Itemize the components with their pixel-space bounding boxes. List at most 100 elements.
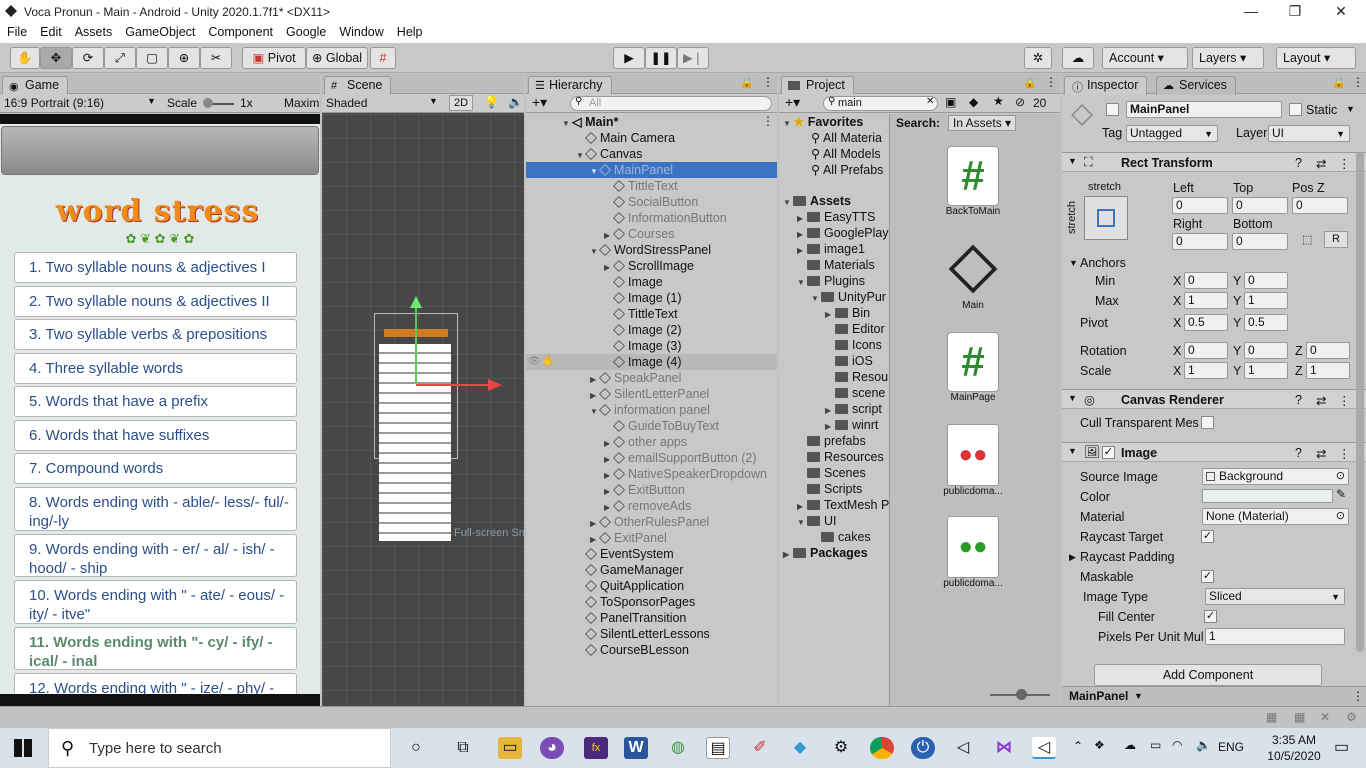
asset-main[interactable]: Main xyxy=(938,244,1008,311)
mode-2d-button[interactable]: 2D xyxy=(449,95,473,111)
notepad-icon[interactable]: ▤ xyxy=(706,737,730,759)
kebab-menu-icon[interactable]: ⋮ xyxy=(1338,393,1351,408)
tree-item-quitapplication[interactable]: QuitApplication xyxy=(576,578,684,594)
add-icon[interactable]: +▾ xyxy=(785,94,800,111)
tree-plugins[interactable]: ▼ Plugins xyxy=(797,273,865,289)
tree-packages[interactable]: ▶ Packages xyxy=(783,545,868,561)
top-field[interactable]: 0 xyxy=(1232,197,1288,214)
play-icon[interactable]: ▶ xyxy=(613,47,645,69)
scale-z-field[interactable]: 1 xyxy=(1306,362,1350,379)
right-field[interactable]: 0 xyxy=(1172,233,1228,250)
favorite-star-icon[interactable]: ★ xyxy=(993,94,1004,108)
game-viewport[interactable]: word stress ✿ ❦ ✿ ❦ ✿ 1. Two syllable no… xyxy=(0,114,320,706)
tree-easytts[interactable]: ▶ EasyTTS xyxy=(797,209,875,225)
tree-item-image-1[interactable]: Image (1) xyxy=(604,290,682,306)
tray-overflow-icon[interactable]: ⌃ xyxy=(1073,739,1083,753)
tree-item-nativespeakerdropdown[interactable]: ▶ NativeSpeakerDropdown xyxy=(604,466,767,482)
lesson-button-4[interactable]: 4. Three syllable words xyxy=(14,353,297,384)
tab-services[interactable]: ☁ Services xyxy=(1156,76,1236,95)
onedrive-icon[interactable]: ☁ xyxy=(1124,738,1136,752)
kebab-menu-icon[interactable]: ⋮ xyxy=(1352,75,1364,89)
aspect-dropdown[interactable]: 16:9 Portrait (9:16) xyxy=(4,96,104,110)
pivot-x-field[interactable]: 0.5 xyxy=(1184,314,1228,331)
tree-favorites[interactable]: ▼ ★ Favorites xyxy=(783,114,863,130)
collab-icon[interactable]: ✲ xyxy=(1024,47,1052,69)
clear-search-icon[interactable]: ✕ xyxy=(926,96,934,107)
rect-transform-header[interactable]: ▼ ⛶ Rect Transform ? ⇄ ⋮ xyxy=(1062,152,1366,172)
global-button[interactable]: ⊕ Global xyxy=(306,47,368,69)
add-icon[interactable]: +▾ xyxy=(532,94,547,111)
tree-materials[interactable]: Materials xyxy=(797,257,875,273)
language-indicator[interactable]: ENG xyxy=(1218,740,1244,754)
project-search-input[interactable]: ⚲ main ✕ xyxy=(823,96,938,111)
restore-icon[interactable]: ❐ xyxy=(1272,0,1318,24)
tree-item-tittletext-2[interactable]: TittleText xyxy=(604,306,678,322)
color-swatch[interactable] xyxy=(1202,489,1333,503)
search-scope-tab[interactable]: In Assets ▾ xyxy=(948,115,1017,131)
menu-component[interactable]: Component xyxy=(201,24,279,39)
tree-unitypur[interactable]: ▼ UnityPur xyxy=(811,289,886,305)
app-blue-icon[interactable]: ◆ xyxy=(788,737,812,759)
rotation-x-field[interactable]: 0 xyxy=(1184,342,1228,359)
unity-editor-icon[interactable]: ◁ xyxy=(1032,737,1056,759)
tree-item-courseblesson[interactable]: CourseBLesson xyxy=(576,642,689,658)
filter-label-icon[interactable]: ◆ xyxy=(969,95,978,109)
tree-textmesh[interactable]: ▶ TextMesh P xyxy=(797,497,889,513)
chevron-down-icon[interactable]: ▼ xyxy=(1134,691,1143,701)
tree-all-prefabs[interactable]: ⚲ All Prefabs xyxy=(811,162,883,178)
pivot-button[interactable]: ▣ Pivot xyxy=(242,47,306,69)
left-field[interactable]: 0 xyxy=(1172,197,1228,214)
custom-tool-icon[interactable]: ✂ xyxy=(200,47,232,69)
object-name-field[interactable]: MainPanel xyxy=(1126,101,1282,118)
lesson-button-1[interactable]: 1. Two syllable nouns & adjectives I xyxy=(14,252,297,283)
power-app-icon[interactable]: ⏻ xyxy=(911,737,935,759)
tab-inspector[interactable]: ⓘ Inspector xyxy=(1064,76,1148,95)
object-picker-icon[interactable]: ⊙ xyxy=(1336,509,1345,524)
wifi-icon[interactable]: ◠ xyxy=(1172,738,1182,752)
menu-google[interactable]: Google xyxy=(279,24,332,39)
visibility-eye-icon[interactable]: 👁 xyxy=(528,354,541,370)
rotation-y-field[interactable]: 0 xyxy=(1244,342,1288,359)
tree-all-models[interactable]: ⚲ All Models xyxy=(811,146,881,162)
lesson-button-2[interactable]: 2. Two syllable nouns & adjectives II xyxy=(14,286,297,317)
anchor-preset-button[interactable] xyxy=(1084,196,1128,240)
layer-dropdown[interactable]: UI ▼ xyxy=(1268,125,1350,142)
pivot-y-field[interactable]: 0.5 xyxy=(1244,314,1288,331)
active-checkbox[interactable] xyxy=(1106,103,1119,116)
tree-item-exitbutton[interactable]: ▶ ExitButton xyxy=(604,482,685,498)
scale-tool-icon[interactable]: ⤢ xyxy=(104,47,136,69)
tree-icons[interactable]: Icons xyxy=(825,337,882,353)
help-icon[interactable]: ? xyxy=(1295,156,1302,170)
preset-icon[interactable]: ⇄ xyxy=(1316,393,1326,408)
tree-item-gamemanager[interactable]: GameManager xyxy=(576,562,683,578)
canvas-renderer-header[interactable]: ▼ ◎ Canvas Renderer ? ⇄ ⋮ xyxy=(1062,389,1366,409)
tree-ui[interactable]: ▼ UI xyxy=(797,513,837,529)
tree-item-tittletext[interactable]: TittleText xyxy=(604,178,678,194)
tab-hierarchy[interactable]: ☰ Hierarchy xyxy=(528,76,612,95)
tab-game[interactable]: ◉ Game xyxy=(2,76,69,95)
help-icon[interactable]: ? xyxy=(1295,393,1302,407)
material-field[interactable]: None (Material) ⊙ xyxy=(1202,508,1349,525)
menu-file[interactable]: File xyxy=(0,24,33,39)
snap-icon[interactable]: # xyxy=(370,47,396,69)
tree-all-materials[interactable]: ⚲ All Materia xyxy=(811,130,882,146)
image-enabled-checkbox[interactable]: ✓ xyxy=(1102,446,1115,459)
maskable-checkbox[interactable]: ✓ xyxy=(1201,570,1214,583)
kebab-menu-icon[interactable]: ⋮ xyxy=(762,75,774,89)
layers-dropdown[interactable]: Layers ▾ xyxy=(1192,47,1264,69)
tree-item-image[interactable]: Image xyxy=(604,274,663,290)
anchor-min-x-field[interactable]: 0 xyxy=(1184,272,1228,289)
tree-item-tosponsorpages[interactable]: ToSponsorPages xyxy=(576,594,695,610)
scale-y-field[interactable]: 1 xyxy=(1244,362,1288,379)
hierarchy-search-input[interactable]: ⚲ All xyxy=(570,96,772,111)
filter-type-icon[interactable]: ▣ xyxy=(945,95,956,109)
anchor-max-y-field[interactable]: 1 xyxy=(1244,292,1288,309)
tab-project[interactable]: Project xyxy=(781,76,854,95)
move-gizmo-y-arrow[interactable] xyxy=(410,296,422,308)
raycast-target-checkbox[interactable]: ✓ xyxy=(1201,530,1214,543)
visual-studio-icon[interactable]: ⋈ xyxy=(992,737,1016,759)
account-dropdown[interactable]: Account ▾ xyxy=(1102,47,1188,69)
lesson-button-11[interactable]: 11. Words ending with "- cy/ - ify/ - ic… xyxy=(14,627,297,670)
task-view-icon[interactable]: ⧉ xyxy=(451,737,475,759)
app-green-icon[interactable]: ◍ xyxy=(666,737,690,759)
